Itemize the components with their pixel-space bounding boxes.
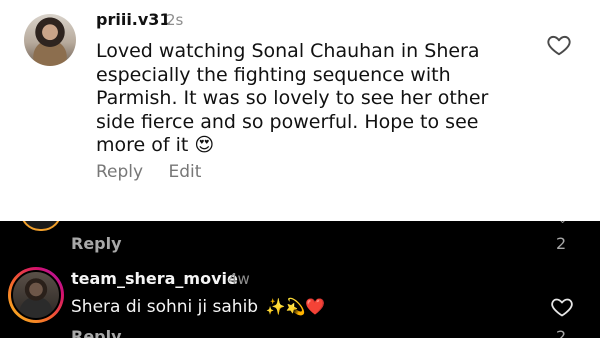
reply-button[interactable]: Reply <box>71 234 122 253</box>
chevron-down-icon[interactable]: ⌄ <box>558 221 567 226</box>
avatar[interactable] <box>11 270 61 320</box>
comment-list: ⌄ Reply 2 team_shera_movie 4w Shera di s… <box>0 221 600 338</box>
avatar-story-ring[interactable] <box>8 267 64 323</box>
comment-text-body: Shera di sohni ji sahib <box>71 297 259 317</box>
heart-outline-icon[interactable] <box>546 32 572 58</box>
avatar[interactable] <box>24 14 76 66</box>
comment-text: Loved watching Sonal Chauhan in Shera es… <box>96 40 489 156</box>
reply-button[interactable]: Reply <box>71 327 122 338</box>
comment-text: Shera di sohni ji sahib ✨💫❤️ <box>71 297 325 317</box>
comment-username[interactable]: team_shera_movie <box>71 269 238 288</box>
comment-timestamp: 4w <box>228 270 250 288</box>
comment-card-own: priii.v31 2s Loved watching Sonal Chauha… <box>0 0 600 221</box>
heart-outline-icon[interactable] <box>550 295 574 319</box>
replies-count[interactable]: 2 <box>556 234 566 253</box>
comment-emojis: ✨💫❤️ <box>265 297 326 316</box>
comment-username[interactable]: priii.v31 <box>96 10 171 29</box>
replies-count[interactable]: 2 <box>556 327 566 338</box>
edit-button[interactable]: Edit <box>169 162 202 182</box>
comment-actions: Reply Edit <box>96 162 221 182</box>
avatar[interactable] <box>20 221 62 231</box>
comment-timestamp: 2s <box>166 11 184 29</box>
reply-button[interactable]: Reply <box>96 162 143 182</box>
